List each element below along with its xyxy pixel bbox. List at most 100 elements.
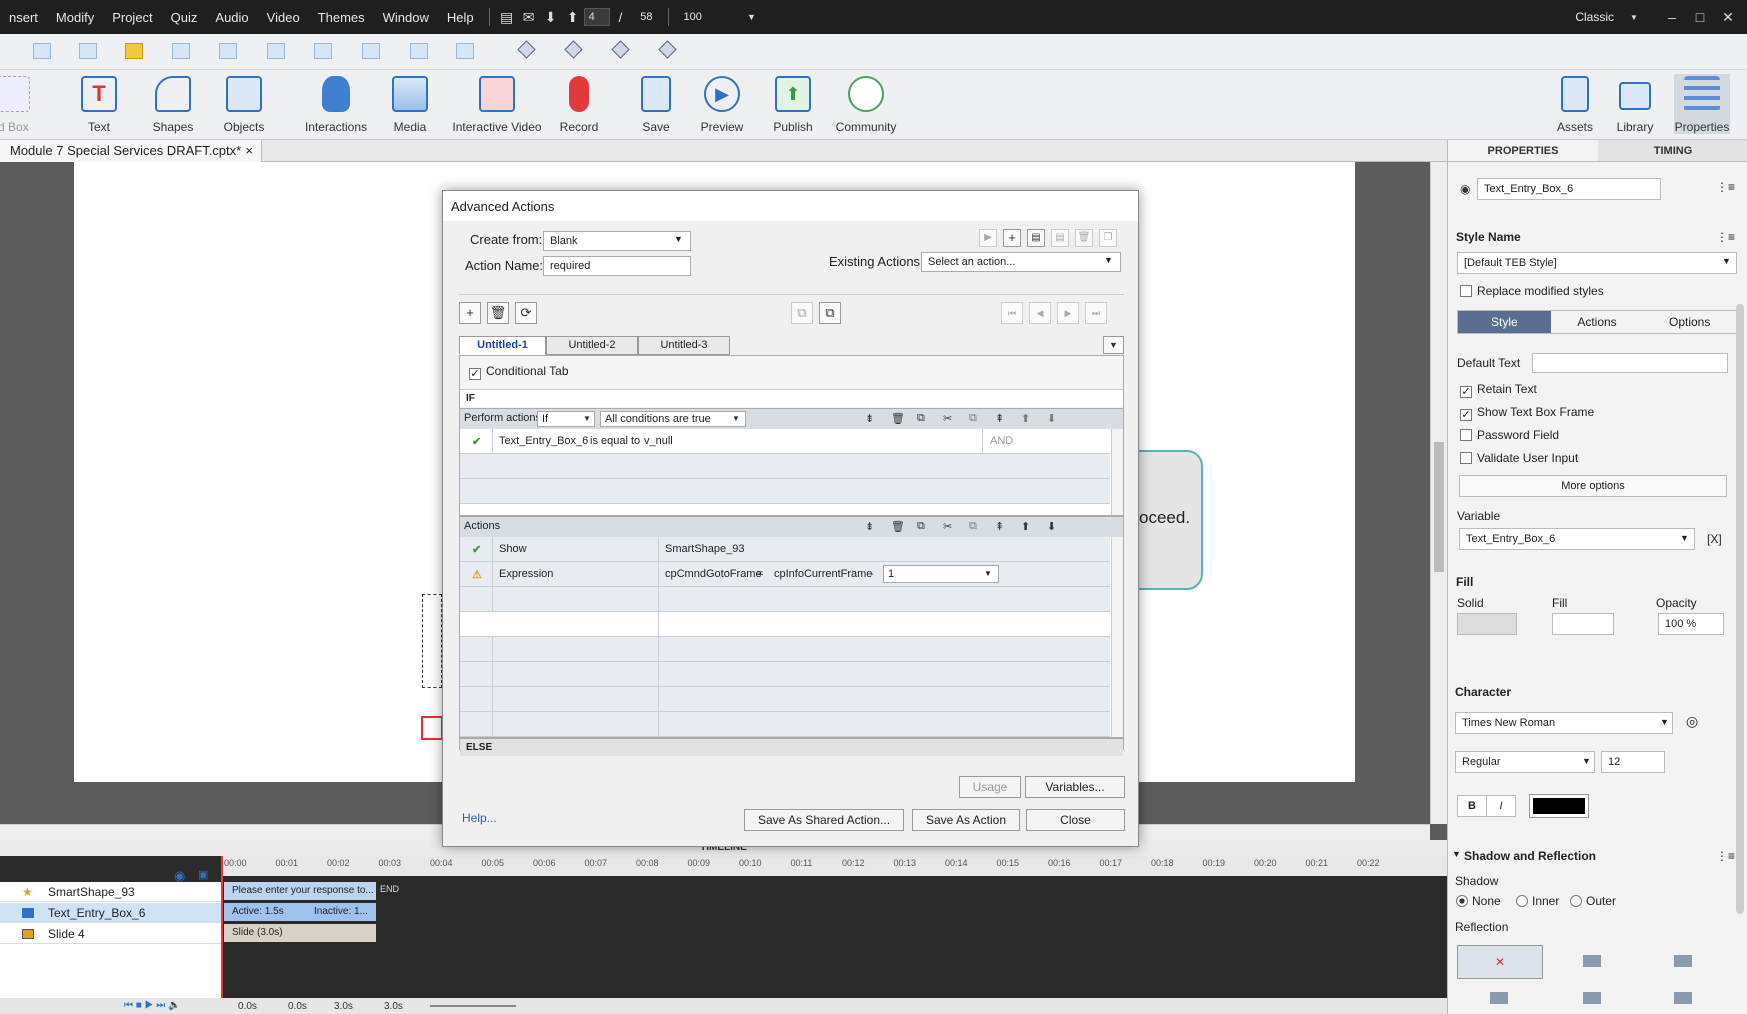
copy-row-icon[interactable]: ⧉ <box>917 520 925 533</box>
toolbar-interactions[interactable]: Interactions <box>300 76 372 134</box>
action-row[interactable] <box>460 687 1110 712</box>
move-up-icon[interactable]: ⬆ <box>1021 520 1030 533</box>
validate-input-checkbox[interactable]: Validate User Input <box>1460 451 1578 465</box>
add-decision-icon[interactable]: + <box>459 302 481 324</box>
prev-decision-icon[interactable]: ◀ <box>1029 302 1051 324</box>
chevron-down-icon[interactable]: ▼ <box>984 569 992 578</box>
action-type[interactable]: Show <box>499 543 527 555</box>
delete-row-icon[interactable]: 🗑 <box>891 520 905 533</box>
subtab-style[interactable]: Style <box>1458 311 1551 333</box>
chevron-down-icon[interactable]: ▼ <box>1582 756 1591 766</box>
menu-video[interactable]: Video <box>258 10 309 25</box>
tab-properties[interactable]: PROPERTIES <box>1448 140 1598 162</box>
collapse-icon[interactable]: ▼ <box>1452 849 1461 859</box>
action-row[interactable]: ⚠ Expression cpCmndGotoFrame = cpInfoCur… <box>460 562 1110 587</box>
next-decision-icon[interactable]: ▶ <box>1057 302 1079 324</box>
menu-modify[interactable]: Modify <box>47 10 103 25</box>
cut-row-icon[interactable]: ✂ <box>943 520 952 533</box>
help-link[interactable]: Help... <box>462 811 497 825</box>
delete-decision-icon[interactable]: 🗑 <box>487 302 509 324</box>
align-right-icon[interactable] <box>125 43 143 59</box>
style-name-select[interactable]: [Default TEB Style] <box>1457 252 1737 274</box>
red-highlight-box[interactable] <box>421 716 443 740</box>
expression-variable[interactable]: cpCmndGotoFrame <box>665 568 762 580</box>
align-center-icon[interactable] <box>79 43 97 59</box>
toolbar-interactive-video[interactable]: Interactive Video <box>450 76 544 134</box>
workspace-select[interactable]: Classic <box>1566 10 1623 24</box>
condition-row[interactable] <box>460 454 1110 479</box>
shadow-inner-radio[interactable]: Inner <box>1516 894 1559 908</box>
default-text-input[interactable] <box>1532 353 1728 373</box>
distribute-h-icon[interactable] <box>314 43 332 59</box>
paste-row-icon[interactable]: ⧉ <box>969 412 977 425</box>
zoom-select[interactable]: 100 <box>675 11 741 23</box>
actions-scrollbar[interactable] <box>1111 537 1123 737</box>
scroll-thumb[interactable] <box>1434 442 1444 572</box>
conditions-scrollbar[interactable] <box>1111 429 1123 515</box>
move-down-icon[interactable]: ⬇ <box>1047 520 1056 533</box>
condition-row[interactable]: ✔ Text_Entry_Box_6 is equal to v_null AN… <box>460 429 1110 454</box>
insert-row-icon[interactable]: ⇟ <box>865 412 874 425</box>
import-action-icon[interactable]: ▤ <box>1027 229 1045 247</box>
timeline-ruler[interactable]: 00:00 00:01 00:02 00:03 00:04 00:05 00:06 00:07… <box>222 856 1447 876</box>
align-left-icon[interactable] <box>33 43 51 59</box>
preview-action-icon[interactable]: ▶ <box>979 229 997 247</box>
chevron-down-icon[interactable]: ▼ <box>1680 533 1689 543</box>
action-target[interactable]: SmartShape_93 <box>665 543 745 555</box>
duplicate-action-icon[interactable]: ❐ <box>1099 229 1117 247</box>
duplicate-decision-icon[interactable]: ⟳ <box>515 302 537 324</box>
timeline-bar-smartshape[interactable]: Please enter your response to... <box>224 882 376 900</box>
variables-button[interactable]: Variables... <box>1025 776 1125 798</box>
font-weight-select[interactable]: Regular <box>1455 751 1595 773</box>
paste-decision-icon[interactable]: ⧉ <box>819 302 841 324</box>
menu-window[interactable]: Window <box>374 10 438 25</box>
variable-clear-icon[interactable]: [X] <box>1707 532 1722 546</box>
copy-decision-icon[interactable]: ⧉ <box>791 302 813 324</box>
delete-action-icon[interactable]: 🗑 <box>1075 229 1093 247</box>
align-middle-icon[interactable] <box>219 43 237 59</box>
tab-untitled-3[interactable]: Untitled-3 <box>638 336 730 355</box>
text-effects-icon[interactable]: ◎ <box>1686 713 1698 730</box>
add-action-icon[interactable]: + <box>1003 229 1021 247</box>
reflection-option[interactable] <box>1583 955 1601 967</box>
toolbar-media[interactable]: Media <box>385 76 435 134</box>
action-row[interactable] <box>460 637 1110 662</box>
condition-row[interactable] <box>460 479 1110 504</box>
export-action-icon[interactable]: ▤ <box>1051 229 1069 247</box>
reflection-option[interactable] <box>1674 955 1692 967</box>
menu-themes[interactable]: Themes <box>309 10 374 25</box>
toolbar-save[interactable]: Save <box>634 76 678 134</box>
menu-project[interactable]: Project <box>103 10 161 25</box>
reflection-none-option[interactable]: ✕ <box>1457 945 1543 979</box>
italic-button[interactable]: I <box>1486 795 1516 817</box>
selected-text-entry-box[interactable] <box>422 594 442 688</box>
paste-row-icon[interactable]: ⧉ <box>969 520 977 533</box>
panel-scrollbar[interactable] <box>1736 304 1744 914</box>
toolbar-preview[interactable]: ▶ Preview <box>697 76 747 134</box>
tab-untitled-1[interactable]: Untitled-1 <box>459 336 546 355</box>
retain-text-checkbox[interactable]: ✓ Retain Text <box>1460 382 1537 398</box>
password-field-checkbox[interactable]: Password Field <box>1460 428 1559 442</box>
expression-operator[interactable]: - <box>870 568 874 580</box>
condition-operator[interactable]: is equal to <box>590 435 640 447</box>
insert-above-icon[interactable]: ⇞ <box>995 412 1004 425</box>
toolbar-record[interactable]: Record <box>555 76 603 134</box>
mail-icon[interactable]: ✉ <box>518 9 540 26</box>
zoom-slider[interactable] <box>430 1005 516 1007</box>
subtab-actions[interactable]: Actions <box>1550 311 1644 333</box>
toolbar-text[interactable]: T Text <box>76 76 122 134</box>
last-decision-icon[interactable]: ⏭ <box>1085 302 1107 324</box>
action-row[interactable] <box>460 712 1110 737</box>
timeline-bar-slide[interactable]: Slide (3.0s) <box>224 924 376 942</box>
usage-button[interactable]: Usage <box>959 776 1021 798</box>
chevron-down-icon[interactable]: ▼ <box>1722 256 1731 266</box>
font-family-select[interactable]: Times New Roman <box>1455 712 1673 734</box>
create-from-select[interactable]: Blank <box>543 231 691 251</box>
reflection-option[interactable] <box>1674 992 1692 1004</box>
first-decision-icon[interactable]: ⏮ <box>1001 302 1023 324</box>
chevron-down-icon[interactable]: ▼ <box>732 414 740 423</box>
save-as-shared-action-button[interactable]: Save As Shared Action... <box>744 809 904 831</box>
chevron-down-icon[interactable]: ▼ <box>1623 13 1645 22</box>
cut-row-icon[interactable]: ✂ <box>943 412 952 425</box>
chevron-down-icon[interactable]: ▼ <box>1104 255 1113 265</box>
